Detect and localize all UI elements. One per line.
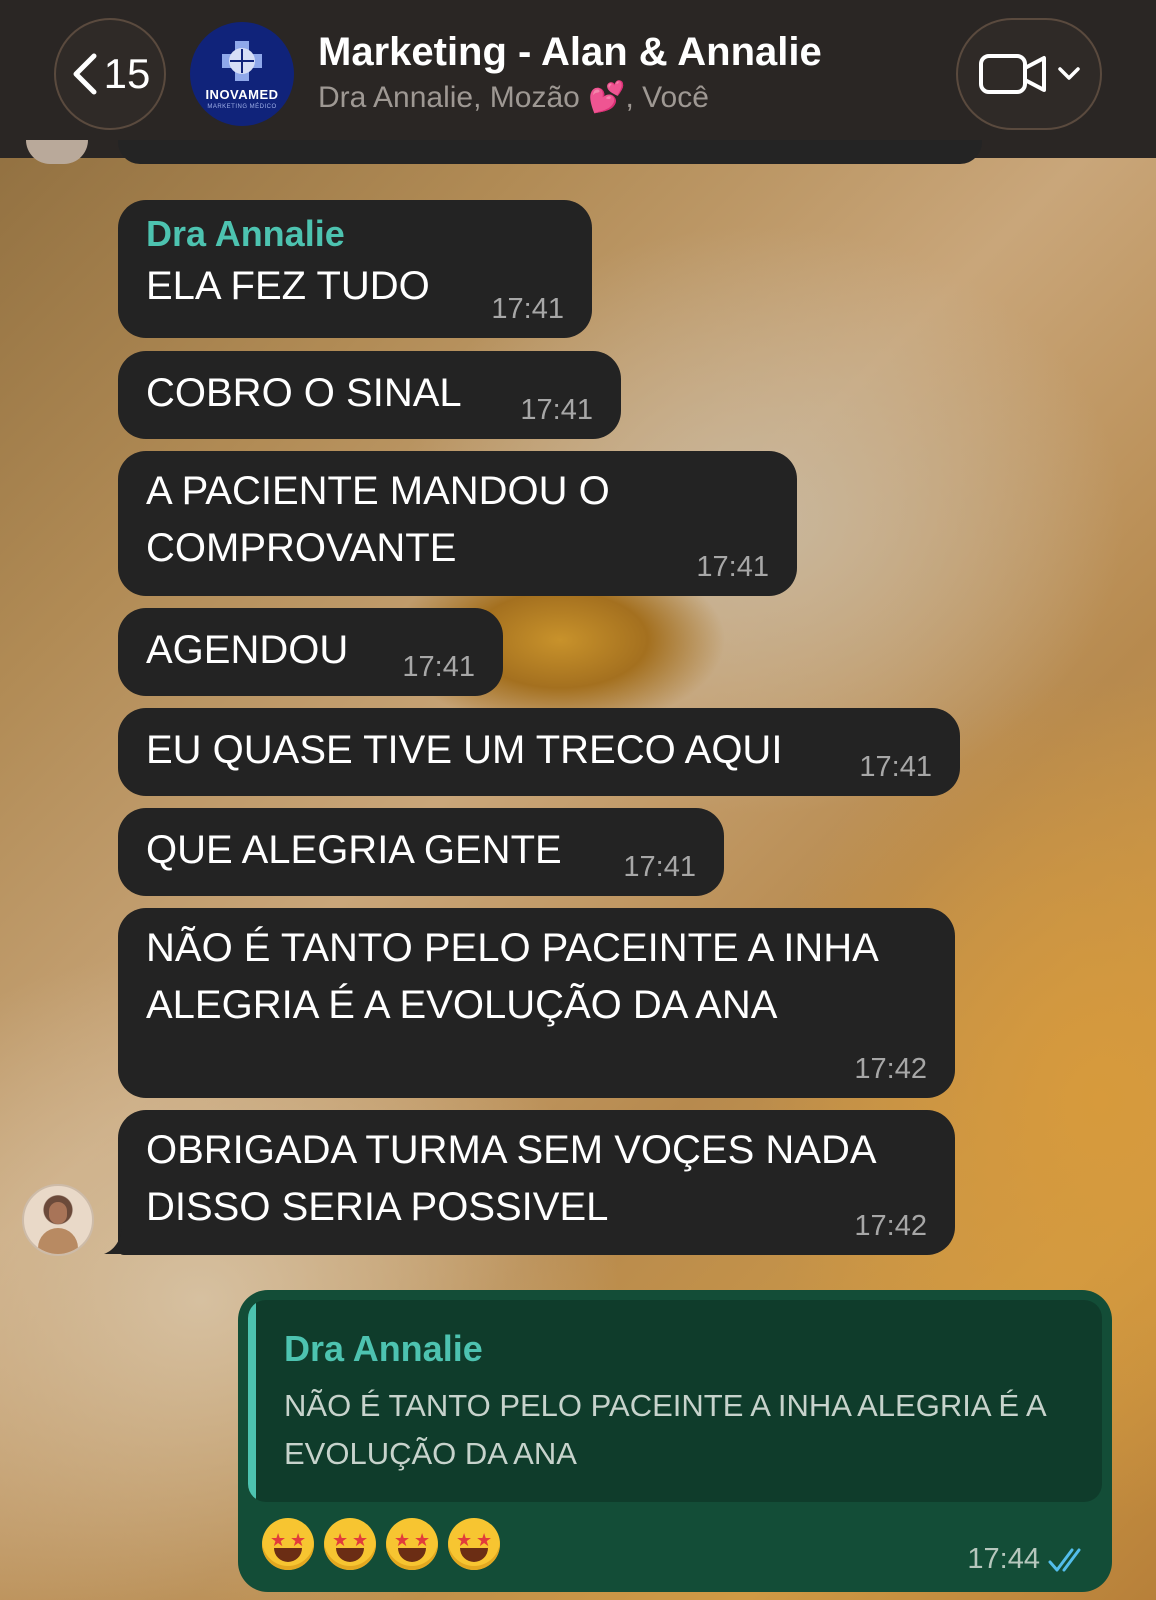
message-time: 17:41 xyxy=(491,293,564,325)
message-bubble[interactable]: AGENDOU 17:41 xyxy=(118,608,503,696)
message-bubble[interactable]: EU QUASE TIVE UM TRECO AQUI 17:41 xyxy=(118,708,960,796)
message-text: OBRIGADA TURMA SEM VOÇES NADA DISSO SERI… xyxy=(146,1128,877,1229)
message-time: 17:42 xyxy=(854,1210,927,1242)
message-time: 17:41 xyxy=(696,551,769,583)
star-struck-emoji-icon: ★ ★ xyxy=(448,1518,500,1570)
quoted-sender: Dra Annalie xyxy=(284,1328,483,1369)
group-avatar[interactable]: INOVAMED MARKETING MÉDICO xyxy=(190,22,294,126)
message-text: QUE ALEGRIA GENTE xyxy=(146,828,562,872)
avatar[interactable] xyxy=(22,1184,94,1256)
reply-emojis: ★ ★ ★ ★ ★ ★ ★ ★ xyxy=(262,1518,500,1570)
star-struck-emoji-icon: ★ ★ xyxy=(386,1518,438,1570)
inovamed-logo-icon xyxy=(220,39,264,83)
message-time: 17:41 xyxy=(623,851,696,883)
star-struck-emoji-icon: ★ ★ xyxy=(262,1518,314,1570)
message-bubble[interactable]: QUE ALEGRIA GENTE 17:41 xyxy=(118,808,724,896)
message-sender[interactable]: Dra Annalie xyxy=(146,210,564,258)
quote-bar xyxy=(248,1300,256,1502)
back-button[interactable]: 15 xyxy=(54,18,166,130)
quoted-message[interactable]: Dra Annalie NÃO É TANTO PELO PACEINTE A … xyxy=(248,1300,1102,1502)
previous-avatar-partial xyxy=(26,140,88,164)
message-time: 17:42 xyxy=(854,1053,927,1085)
chat-header: 15 INOVAMED MARKETING MÉDICO Marketing -… xyxy=(0,0,1156,158)
message-time: 17:41 xyxy=(520,394,593,426)
logo-subtext: MARKETING MÉDICO xyxy=(207,103,277,110)
message-text: A PACIENTE MANDOU O COMPROVANTE xyxy=(146,469,610,570)
logo-text: INOVAMED xyxy=(205,86,279,102)
message-bubble[interactable]: Dra Annalie ELA FEZ TUDO 17:41 xyxy=(118,200,592,338)
message-bubble[interactable]: NÃO É TANTO PELO PACEINTE A INHA ALEGRIA… xyxy=(118,908,955,1098)
chevron-down-icon xyxy=(1058,67,1080,80)
video-camera-icon xyxy=(979,54,1046,94)
unread-count: 15 xyxy=(103,50,151,97)
bubble-tail xyxy=(104,1228,134,1254)
video-call-button[interactable] xyxy=(956,18,1102,130)
message-text: NÃO É TANTO PELO PACEINTE A INHA ALEGRIA… xyxy=(146,926,879,1027)
message-bubble[interactable]: COBRO O SINAL 17:41 xyxy=(118,351,621,439)
message-time: 17:41 xyxy=(402,651,475,683)
double-check-read-icon xyxy=(1048,1548,1081,1572)
message-time: 17:41 xyxy=(859,751,932,783)
message-bubble[interactable]: OBRIGADA TURMA SEM VOÇES NADA DISSO SERI… xyxy=(118,1110,955,1255)
outgoing-message-bubble[interactable]: Dra Annalie NÃO É TANTO PELO PACEINTE A … xyxy=(238,1290,1112,1592)
quoted-text: NÃO É TANTO PELO PACEINTE A INHA ALEGRIA… xyxy=(284,1388,1045,1471)
message-text: EU QUASE TIVE UM TRECO AQUI xyxy=(146,728,783,772)
message-time: 17:44 xyxy=(967,1543,1040,1575)
star-struck-emoji-icon: ★ ★ xyxy=(324,1518,376,1570)
message-bubble[interactable]: A PACIENTE MANDOU O COMPROVANTE 17:41 xyxy=(118,451,797,596)
previous-message-partial xyxy=(118,140,982,164)
chevron-left-icon xyxy=(73,53,97,95)
chat-title[interactable]: Marketing - Alan & Annalie xyxy=(318,30,822,75)
chat-participants[interactable]: Dra Annalie, Mozão 💕, Você xyxy=(318,80,709,115)
